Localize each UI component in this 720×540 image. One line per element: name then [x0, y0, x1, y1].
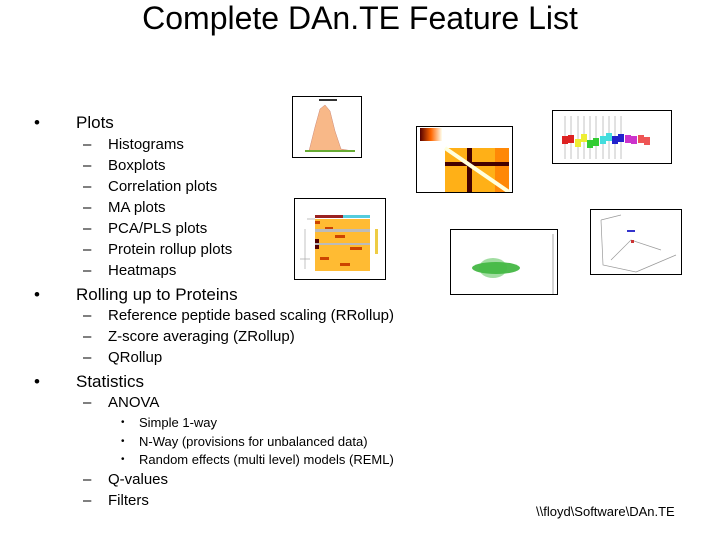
boxplot-thumbnail [552, 110, 672, 164]
histogram-thumbnail [292, 96, 362, 158]
heatmap-thumbnail [294, 198, 386, 280]
correlation-thumbnail [416, 126, 513, 193]
pca-thumbnail [590, 209, 682, 275]
slide-title: Complete DAn.TE Feature List [142, 0, 578, 36]
ma-plot-thumbnail [450, 229, 558, 295]
footer-path: \\floyd\Software\DAn.TE [536, 504, 675, 519]
